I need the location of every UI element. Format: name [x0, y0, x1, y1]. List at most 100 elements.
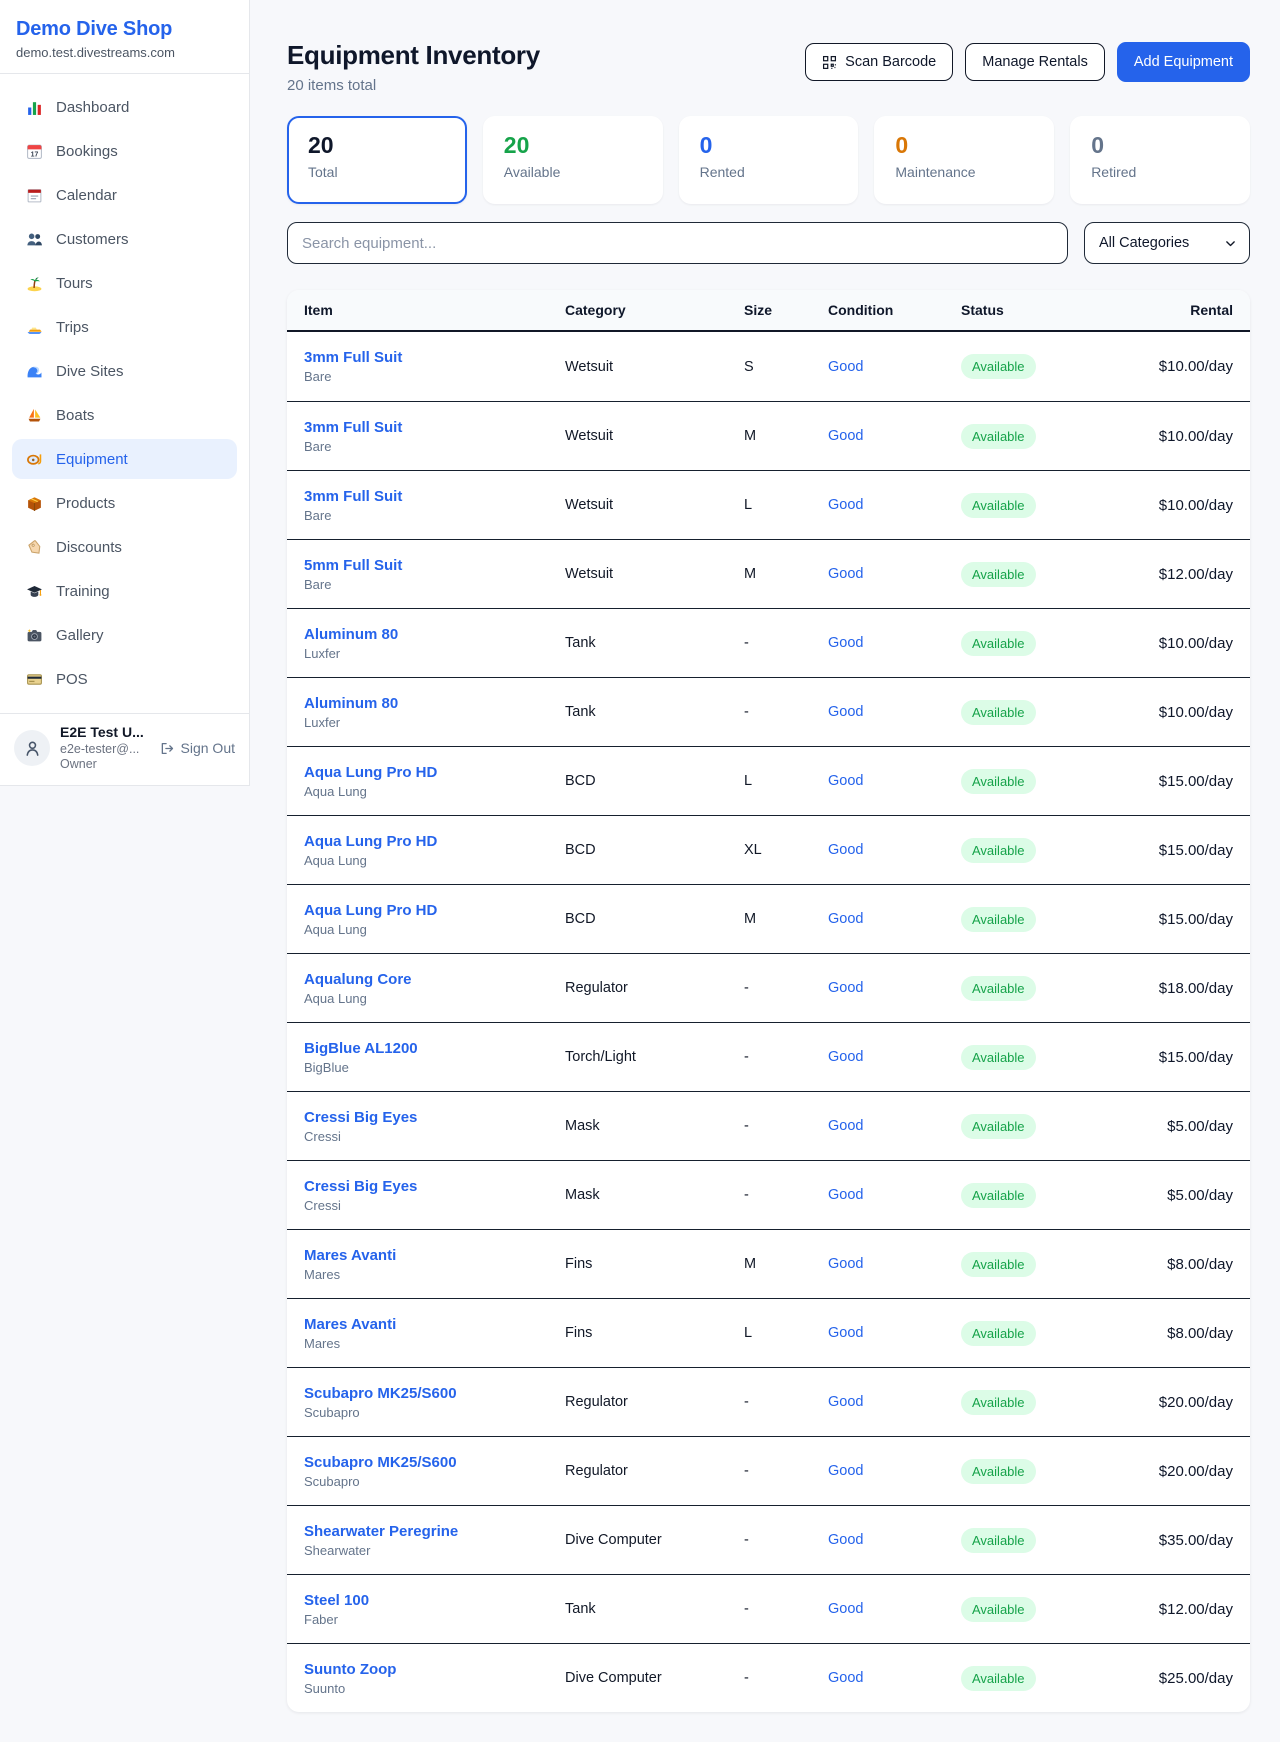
item-condition-link[interactable]: Good [828, 773, 961, 789]
item-name-link[interactable]: Suunto Zoop [304, 1661, 565, 1678]
item-name-link[interactable]: BigBlue AL1200 [304, 1040, 565, 1057]
item-condition-link[interactable]: Good [828, 1670, 961, 1686]
sidebar-item-tours[interactable]: Tours [12, 263, 237, 303]
item-brand: Aqua Lung [304, 784, 565, 799]
item-name-link[interactable]: Scubapro MK25/S600 [304, 1385, 565, 1402]
item-brand: BigBlue [304, 1060, 565, 1075]
sidebar-item-discounts[interactable]: Discounts [12, 527, 237, 567]
stat-card-total[interactable]: 20 Total [287, 116, 467, 204]
sidebar-item-pos[interactable]: POS [12, 659, 237, 699]
item-name-link[interactable]: Aqualung Core [304, 971, 565, 988]
item-condition-link[interactable]: Good [828, 1463, 961, 1479]
item-condition-link[interactable]: Good [828, 1325, 961, 1341]
sidebar-item-dashboard[interactable]: Dashboard [12, 87, 237, 127]
item-condition-link[interactable]: Good [828, 566, 961, 582]
brand-block: Demo Dive Shop demo.test.divestreams.com [0, 0, 249, 73]
add-equipment-button[interactable]: Add Equipment [1117, 42, 1250, 82]
item-name-link[interactable]: 3mm Full Suit [304, 419, 565, 436]
table-row: Aluminum 80 Luxfer Tank - Good Available… [287, 677, 1250, 746]
item-condition-link[interactable]: Good [828, 1532, 961, 1548]
item-name-link[interactable]: Mares Avanti [304, 1247, 565, 1264]
status-badge: Available [961, 907, 1036, 932]
table-row: Mares Avanti Mares Fins M Good Available… [287, 1229, 1250, 1298]
scan-barcode-button[interactable]: Scan Barcode [805, 43, 953, 81]
search-input[interactable] [287, 222, 1068, 264]
stat-card-available[interactable]: 20 Available [483, 116, 663, 204]
item-name-link[interactable]: 3mm Full Suit [304, 349, 565, 366]
status-badge: Available [961, 1666, 1036, 1691]
item-name-link[interactable]: Mares Avanti [304, 1316, 565, 1333]
category-select[interactable]: All Categories [1084, 222, 1250, 264]
sign-out-button[interactable]: Sign Out [160, 740, 235, 756]
chevron-down-icon [1224, 237, 1237, 250]
item-condition-link[interactable]: Good [828, 842, 961, 858]
sidebar-item-bookings[interactable]: 17 Bookings [12, 131, 237, 171]
item-condition-link[interactable]: Good [828, 704, 961, 720]
sidebar-item-boats[interactable]: Boats [12, 395, 237, 435]
item-name-link[interactable]: Aqua Lung Pro HD [304, 902, 565, 919]
item-name-link[interactable]: Aluminum 80 [304, 626, 565, 643]
item-condition-link[interactable]: Good [828, 1256, 961, 1272]
item-condition-link[interactable]: Good [828, 497, 961, 513]
sidebar-item-calendar[interactable]: Calendar [12, 175, 237, 215]
item-name-link[interactable]: 3mm Full Suit [304, 488, 565, 505]
item-name-link[interactable]: Aqua Lung Pro HD [304, 833, 565, 850]
stat-card-maintenance[interactable]: 0 Maintenance [874, 116, 1054, 204]
item-condition-link[interactable]: Good [828, 980, 961, 996]
item-rental-rate: $10.00/day [1118, 704, 1233, 721]
item-condition-link[interactable]: Good [828, 635, 961, 651]
sidebar-item-products[interactable]: Products [12, 483, 237, 523]
item-name-link[interactable]: Shearwater Peregrine [304, 1523, 565, 1540]
graduation-cap-icon [26, 583, 43, 600]
item-name-link[interactable]: Aqua Lung Pro HD [304, 764, 565, 781]
item-condition-link[interactable]: Good [828, 359, 961, 375]
sidebar-item-customers[interactable]: Customers [12, 219, 237, 259]
item-category: Tank [565, 1601, 744, 1617]
sidebar-item-dive-sites[interactable]: Dive Sites [12, 351, 237, 391]
column-header-condition: Condition [828, 302, 961, 318]
table-row: Suunto Zoop Suunto Dive Computer - Good … [287, 1643, 1250, 1712]
item-size: - [744, 1187, 828, 1203]
item-name-link[interactable]: 5mm Full Suit [304, 557, 565, 574]
manage-rentals-button[interactable]: Manage Rentals [965, 43, 1105, 81]
manage-rentals-label: Manage Rentals [982, 54, 1088, 70]
item-condition-link[interactable]: Good [828, 1187, 961, 1203]
sidebar-item-gallery[interactable]: Gallery [12, 615, 237, 655]
item-name-link[interactable]: Cressi Big Eyes [304, 1109, 565, 1126]
item-condition-link[interactable]: Good [828, 1049, 961, 1065]
item-size: - [744, 1049, 828, 1065]
item-condition-link[interactable]: Good [828, 1118, 961, 1134]
page-header: Equipment Inventory 20 items total Scan … [287, 40, 1250, 94]
status-badge: Available [961, 424, 1036, 449]
table-row: 3mm Full Suit Bare Wetsuit L Good Availa… [287, 470, 1250, 539]
stat-card-rented[interactable]: 0 Rented [679, 116, 859, 204]
item-name-link[interactable]: Steel 100 [304, 1592, 565, 1609]
item-condition-link[interactable]: Good [828, 1394, 961, 1410]
item-rental-rate: $15.00/day [1118, 842, 1233, 859]
item-name-link[interactable]: Scubapro MK25/S600 [304, 1454, 565, 1471]
stat-card-retired[interactable]: 0 Retired [1070, 116, 1250, 204]
item-condition-link[interactable]: Good [828, 1601, 961, 1617]
item-category: Mask [565, 1187, 744, 1203]
table-row: Scubapro MK25/S600 Scubapro Regulator - … [287, 1436, 1250, 1505]
item-category: Wetsuit [565, 497, 744, 513]
item-size: - [744, 635, 828, 651]
item-brand: Aqua Lung [304, 853, 565, 868]
scan-barcode-label: Scan Barcode [845, 54, 936, 70]
item-size: M [744, 566, 828, 582]
sidebar-item-training[interactable]: Training [12, 571, 237, 611]
column-header-rental: Rental [1118, 302, 1233, 318]
item-brand: Bare [304, 577, 565, 592]
item-category: Fins [565, 1325, 744, 1341]
item-brand: Luxfer [304, 646, 565, 661]
price-tag-icon [26, 539, 43, 556]
item-condition-link[interactable]: Good [828, 428, 961, 444]
item-condition-link[interactable]: Good [828, 911, 961, 927]
item-rental-rate: $12.00/day [1118, 566, 1233, 583]
item-name-link[interactable]: Cressi Big Eyes [304, 1178, 565, 1195]
svg-text:17: 17 [31, 151, 39, 158]
sidebar-item-equipment[interactable]: Equipment [12, 439, 237, 479]
item-name-link[interactable]: Aluminum 80 [304, 695, 565, 712]
barcode-scan-icon [822, 55, 837, 70]
sidebar-item-trips[interactable]: Trips [12, 307, 237, 347]
